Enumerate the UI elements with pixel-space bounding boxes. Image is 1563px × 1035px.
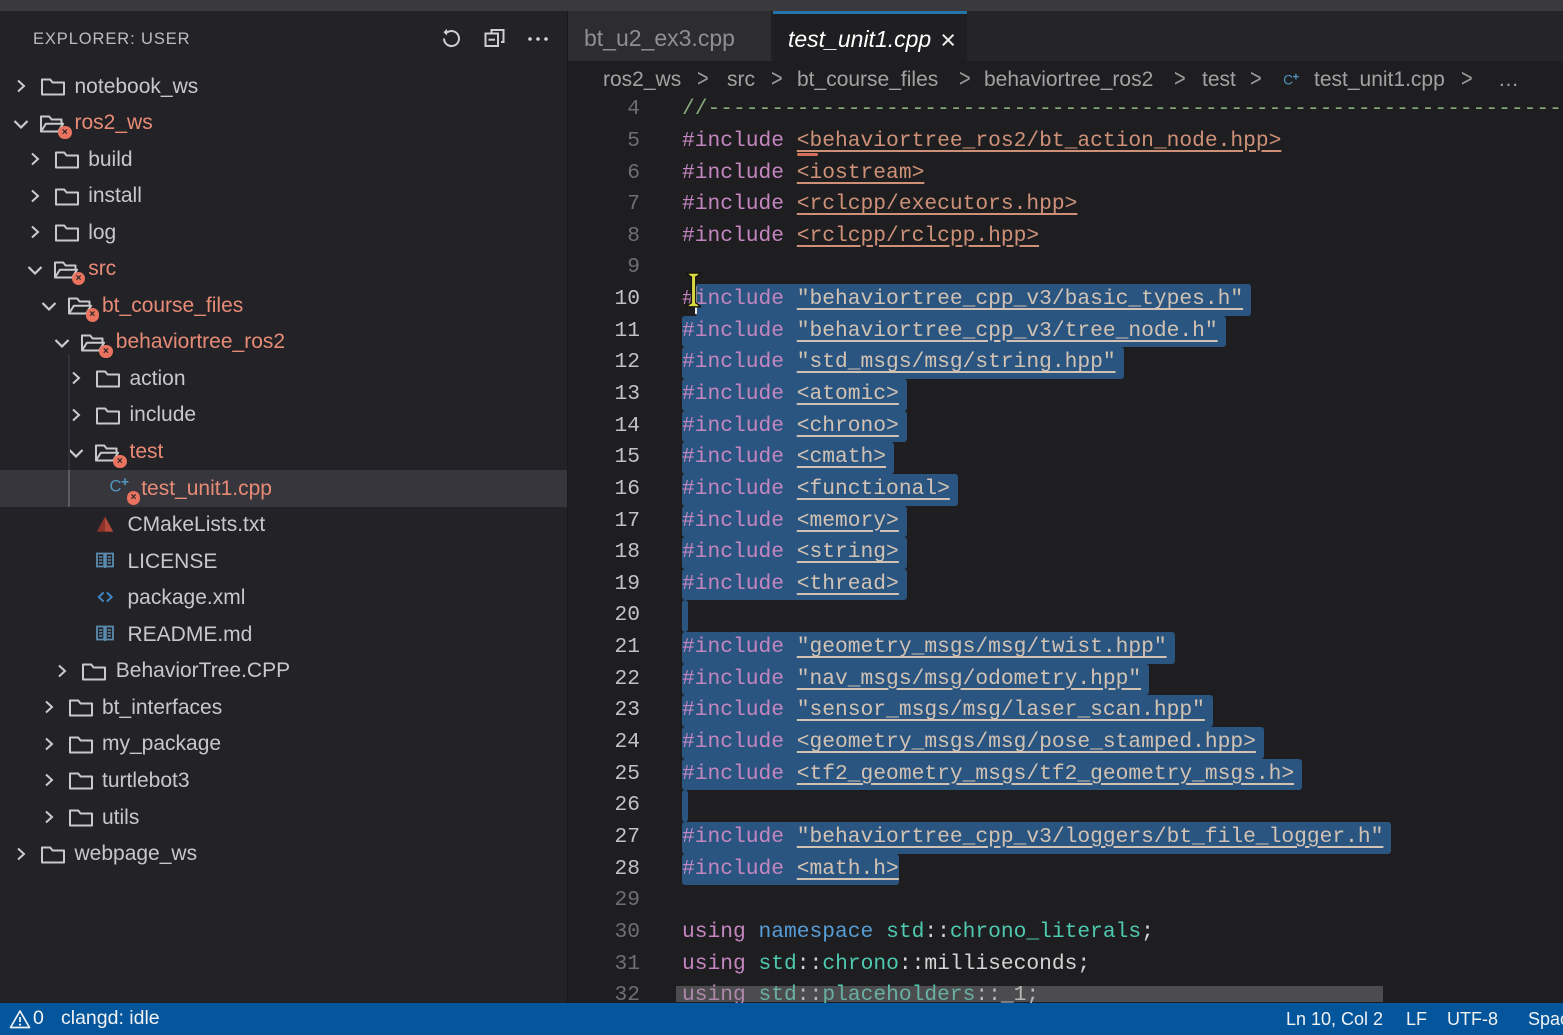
- svg-text:C: C: [1283, 73, 1293, 88]
- svg-text:C: C: [109, 478, 121, 496]
